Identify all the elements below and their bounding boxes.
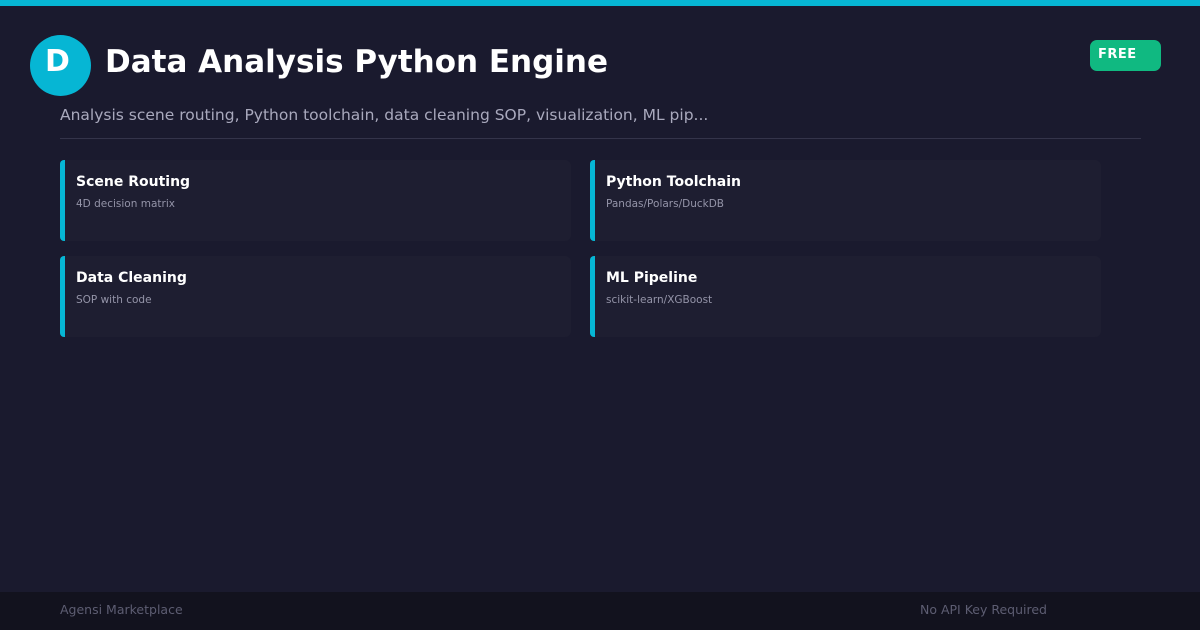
footer-api-key-note: No API Key Required	[920, 602, 1047, 617]
page-subtitle: Analysis scene routing, Python toolchain…	[60, 106, 709, 124]
feature-card-ml-pipeline: ML Pipeline scikit-learn/XGBoost	[590, 256, 1101, 337]
free-badge: FREE	[1090, 40, 1161, 71]
feature-card-description: Pandas/Polars/DuckDB	[606, 198, 724, 210]
avatar: D	[30, 35, 91, 96]
skill-card-page: D Data Analysis Python Engine FREE Analy…	[0, 0, 1200, 630]
footer: Agensi Marketplace No API Key Required	[0, 592, 1200, 630]
header-divider	[60, 138, 1141, 139]
feature-card-title: Python Toolchain	[606, 174, 741, 190]
feature-card-title: Scene Routing	[76, 174, 191, 190]
feature-card-title: Data Cleaning	[76, 270, 187, 286]
accent-top-bar	[0, 0, 1200, 6]
feature-card-description: 4D decision matrix	[76, 198, 175, 210]
feature-card-description: scikit-learn/XGBoost	[606, 294, 713, 306]
feature-card-description: SOP with code	[76, 294, 152, 306]
feature-card-title: ML Pipeline	[606, 270, 698, 286]
feature-card-python-toolchain: Python Toolchain Pandas/Polars/DuckDB	[590, 160, 1101, 241]
feature-card-data-cleaning: Data Cleaning SOP with code	[60, 256, 571, 337]
page-title: Data Analysis Python Engine	[105, 44, 609, 80]
feature-card-scene-routing: Scene Routing 4D decision matrix	[60, 160, 571, 241]
footer-marketplace-label: Agensi Marketplace	[60, 602, 183, 617]
